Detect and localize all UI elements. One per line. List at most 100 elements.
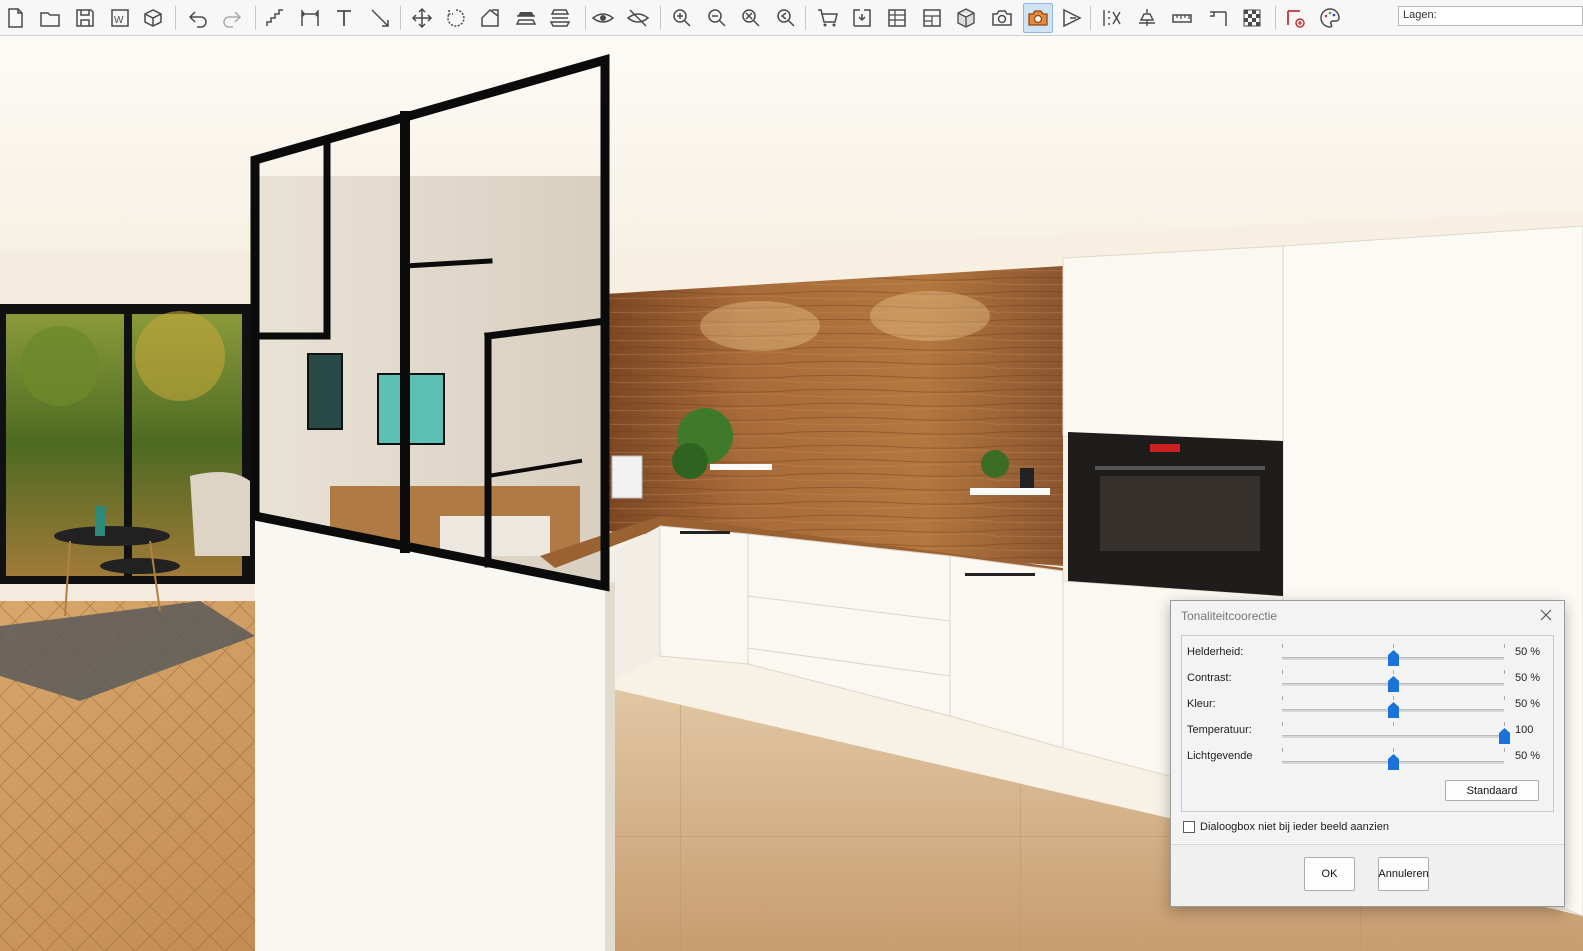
dont-show-checkbox[interactable] <box>1183 821 1195 833</box>
slider-track[interactable] <box>1282 735 1504 738</box>
eye-hidden-icon <box>626 9 650 27</box>
camera-render-button[interactable] <box>1023 3 1053 33</box>
slider-tick <box>1393 722 1394 726</box>
slider-value: 50 % <box>1515 750 1541 762</box>
toolbar-separator <box>805 6 806 30</box>
cube-3d-icon <box>957 8 975 28</box>
default-button[interactable]: Standaard <box>1445 780 1539 801</box>
text-button[interactable] <box>329 3 359 33</box>
rotate-icon <box>447 9 465 27</box>
toolbar-separator <box>660 6 661 30</box>
node-add-button[interactable] <box>1280 3 1310 33</box>
slider-thumb[interactable] <box>1388 702 1399 718</box>
new-file-button[interactable] <box>0 3 30 33</box>
dimension-button[interactable] <box>295 3 325 33</box>
node-add-icon <box>1287 10 1305 28</box>
slider-tick <box>1282 644 1283 648</box>
zoom-in-icon <box>673 9 691 27</box>
slider-thumb[interactable] <box>1388 676 1399 692</box>
ruler-button[interactable] <box>1167 3 1197 33</box>
close-icon[interactable] <box>1536 605 1556 625</box>
slider-thumb[interactable] <box>1388 650 1399 666</box>
slider-tick <box>1393 670 1394 674</box>
camera-icon <box>992 10 1012 26</box>
zoom-fit-icon <box>742 9 760 27</box>
dialog-title: Tonaliteitcoorectie <box>1181 609 1278 623</box>
stairs-icon <box>266 9 283 26</box>
stretch-button[interactable] <box>475 3 505 33</box>
sketchup-export-icon <box>144 9 162 27</box>
redo-button[interactable] <box>217 3 247 33</box>
word-export-button[interactable]: W <box>105 3 135 33</box>
toolbar-separator <box>400 6 401 30</box>
walkthrough-button[interactable] <box>1057 3 1087 33</box>
slider-group: Standaard Helderheid: 50 % Contrast: 50 % Kl… <box>1181 635 1554 812</box>
open-folder-button[interactable] <box>35 3 65 33</box>
ruler-icon <box>1172 14 1192 23</box>
lamp-button[interactable] <box>1132 3 1162 33</box>
tools-list-icon <box>1103 10 1121 26</box>
cube-3d-button[interactable] <box>951 3 981 33</box>
slice-horizontal-button[interactable] <box>511 3 541 33</box>
toolbar-separator <box>585 6 586 30</box>
move-icon <box>411 7 433 29</box>
zoom-out-button[interactable] <box>702 3 732 33</box>
slider-tick <box>1282 722 1283 726</box>
layers-dropdown[interactable]: Lagen: <box>1398 6 1583 26</box>
undo-button[interactable] <box>183 3 213 33</box>
camera-button[interactable] <box>987 3 1017 33</box>
slider-label: Lichtgevende <box>1187 750 1253 762</box>
eye-hidden-button[interactable] <box>623 3 653 33</box>
cart-button[interactable] <box>813 3 843 33</box>
layers-label: Lagen: <box>1403 9 1437 21</box>
palette-button[interactable] <box>1315 3 1345 33</box>
slice-vertical-button[interactable] <box>545 3 575 33</box>
save-button[interactable] <box>70 3 100 33</box>
checker-button[interactable] <box>1237 3 1267 33</box>
palette-icon <box>1320 8 1340 28</box>
line-arrow-button[interactable] <box>365 3 395 33</box>
redo-icon <box>223 11 242 28</box>
slider-label: Contrast: <box>1187 672 1232 684</box>
sketchup-export-button[interactable] <box>138 3 168 33</box>
walkthrough-icon <box>1063 8 1082 28</box>
main-toolbar: W Lagen: <box>0 0 1583 36</box>
ok-button[interactable]: OK <box>1304 857 1355 891</box>
zoom-fit-button[interactable] <box>736 3 766 33</box>
dimension-icon <box>300 10 320 26</box>
eye-button[interactable] <box>588 3 618 33</box>
slider-value: 50 % <box>1515 646 1541 658</box>
checker-icon <box>1243 9 1261 27</box>
zoom-out-icon <box>708 9 726 27</box>
slider-label: Kleur: <box>1187 698 1216 710</box>
eye-icon <box>591 13 615 23</box>
slider-thumb[interactable] <box>1499 728 1510 744</box>
elevation-icon <box>853 9 871 27</box>
dont-show-checkbox-row[interactable]: Dialoogbox niet bij ieder beeld aanzien <box>1183 821 1389 833</box>
grid-table-button[interactable] <box>882 3 912 33</box>
slider-tick <box>1504 696 1505 700</box>
tools-list-button[interactable] <box>1097 3 1127 33</box>
undo-icon <box>188 11 207 28</box>
angle-icon <box>1210 11 1227 26</box>
elevation-button[interactable] <box>847 3 877 33</box>
slider-thumb[interactable] <box>1388 754 1399 770</box>
grid-table-icon <box>888 9 906 27</box>
cancel-button[interactable]: Annuleren <box>1378 857 1429 891</box>
zoom-previous-button[interactable] <box>771 3 801 33</box>
slider-tick <box>1504 722 1505 726</box>
toolbar-separator <box>255 6 256 30</box>
toolbar-separator <box>1275 6 1276 30</box>
rotate-button[interactable] <box>441 3 471 33</box>
open-folder-icon <box>40 12 60 27</box>
dont-show-checkbox-label: Dialoogbox niet bij ieder beeld aanzien <box>1200 821 1389 833</box>
stairs-button[interactable] <box>260 3 290 33</box>
angle-button[interactable] <box>1203 3 1233 33</box>
layout-table-button[interactable] <box>917 3 947 33</box>
toolbar-separator <box>1090 6 1091 30</box>
move-button[interactable] <box>407 3 437 33</box>
slider-value: 50 % <box>1515 698 1541 710</box>
new-file-icon <box>8 8 23 28</box>
slider-tick <box>1504 670 1505 674</box>
zoom-in-button[interactable] <box>667 3 697 33</box>
